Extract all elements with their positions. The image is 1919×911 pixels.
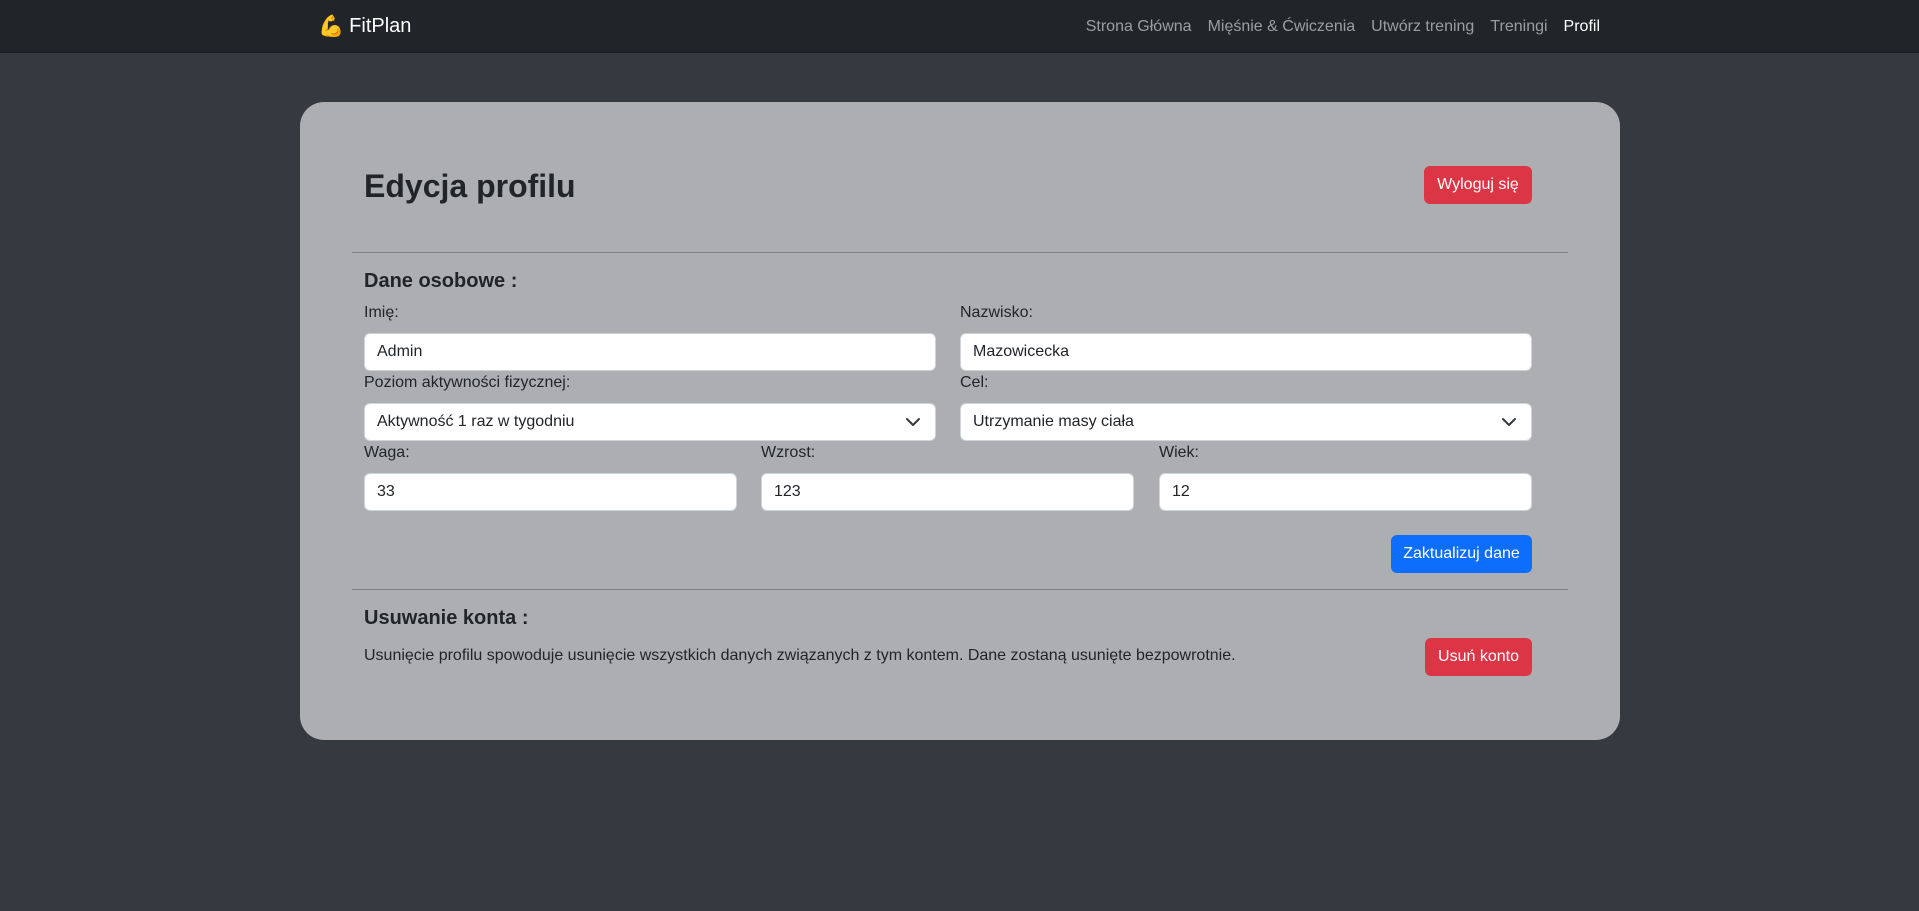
goal-select[interactable]: Utrzymanie masy ciała xyxy=(960,403,1532,441)
weight-label: Waga: xyxy=(364,444,410,461)
navbar: 💪 FitPlan Strona Główna Mięśnie & Ćwicze… xyxy=(0,0,1919,53)
divider xyxy=(352,589,1568,590)
height-input[interactable]: 123 xyxy=(761,473,1134,511)
nav-link-home[interactable]: Strona Główna xyxy=(1086,18,1192,36)
activity-level-label: Poziom aktywności fizycznej: xyxy=(364,374,571,391)
chevron-down-icon xyxy=(1502,418,1516,426)
delete-account-button[interactable]: Usuń konto xyxy=(1425,638,1532,676)
delete-account-description: Usunięcie profilu spowoduje usunięcie ws… xyxy=(364,647,1236,664)
age-input[interactable]: 12 xyxy=(1159,473,1532,511)
nav-link-workouts[interactable]: Treningi xyxy=(1490,18,1547,36)
personal-data-heading: Dane osobowe : xyxy=(364,270,518,292)
first-name-input[interactable]: Admin xyxy=(364,333,936,371)
nav-links: Strona Główna Mięśnie & Ćwiczenia Utwórz… xyxy=(1086,0,1600,53)
profile-card: Edycja profilu Wyloguj się Dane osobowe … xyxy=(300,102,1620,740)
weight-input[interactable]: 33 xyxy=(364,473,737,511)
logout-button[interactable]: Wyloguj się xyxy=(1424,166,1532,204)
chevron-down-icon xyxy=(906,418,920,426)
height-label: Wzrost: xyxy=(761,444,816,461)
flexed-biceps-icon: 💪 xyxy=(318,15,345,38)
nav-link-muscles-exercises[interactable]: Mięśnie & Ćwiczenia xyxy=(1208,18,1356,36)
brand-link[interactable]: 💪 FitPlan xyxy=(318,0,411,53)
first-name-label: Imię: xyxy=(364,304,399,321)
update-data-button[interactable]: Zaktualizuj dane xyxy=(1391,535,1532,573)
brand-name: FitPlan xyxy=(349,15,412,37)
page-title: Edycja profilu xyxy=(364,168,576,204)
last-name-label: Nazwisko: xyxy=(960,304,1033,321)
goal-label: Cel: xyxy=(960,374,989,391)
nav-link-profile[interactable]: Profil xyxy=(1564,18,1600,36)
age-label: Wiek: xyxy=(1159,444,1199,461)
goal-value: Utrzymanie masy ciała xyxy=(973,413,1134,430)
nav-link-create-workout[interactable]: Utwórz trening xyxy=(1371,18,1474,36)
activity-level-value: Aktywność 1 raz w tygodniu xyxy=(377,413,575,430)
last-name-input[interactable]: Mazowicecka xyxy=(960,333,1532,371)
delete-account-heading: Usuwanie konta : xyxy=(364,607,529,629)
divider xyxy=(352,252,1568,253)
activity-level-select[interactable]: Aktywność 1 raz w tygodniu xyxy=(364,403,936,441)
